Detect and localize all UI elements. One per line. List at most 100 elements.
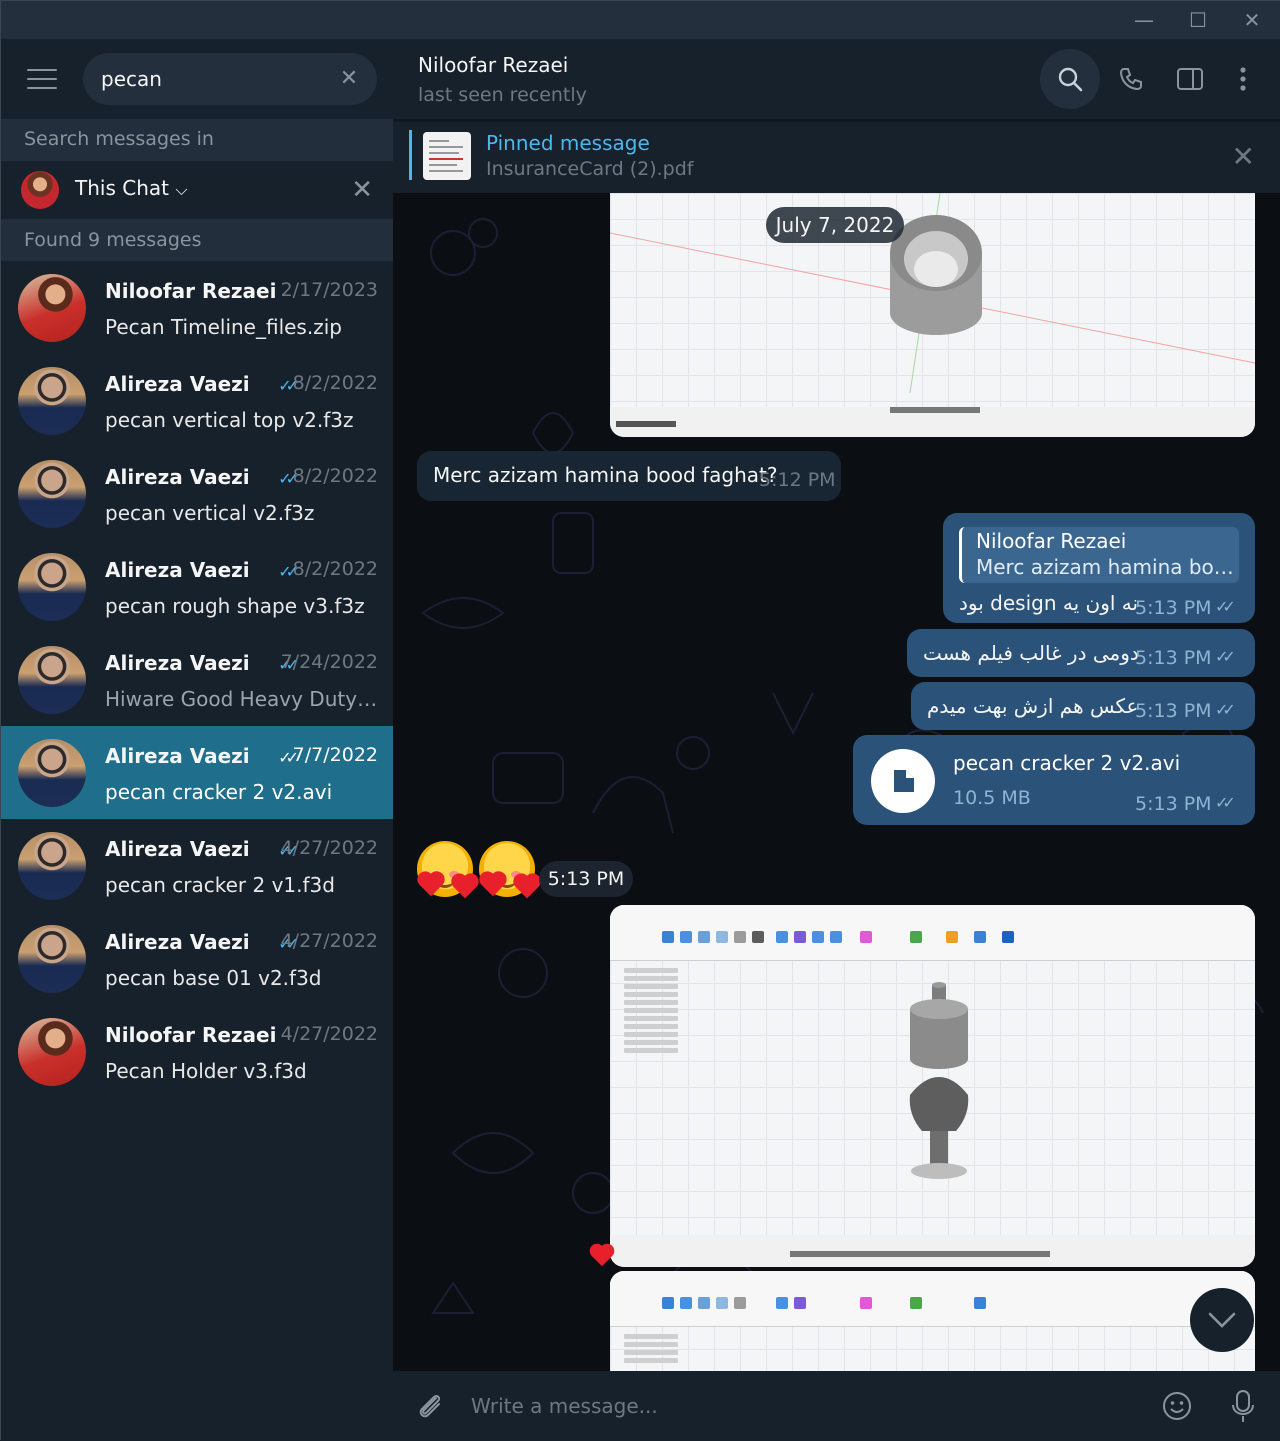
result-text: pecan vertical top v2.f3z bbox=[105, 408, 354, 432]
sidebar: ✕ Search messages in This Chat ⌵ ✕ Found… bbox=[1, 39, 393, 1441]
scroll-down-button[interactable] bbox=[1190, 1288, 1254, 1352]
date-separator: July 7, 2022 bbox=[766, 207, 904, 243]
maximize-icon: ☐ bbox=[1189, 8, 1207, 32]
scope-label: This Chat bbox=[75, 176, 169, 200]
sidebar-toggle-icon[interactable] bbox=[1160, 49, 1220, 109]
design-screenshot-3[interactable] bbox=[610, 1271, 1255, 1371]
result-text: Pecan Timeline_files.zip bbox=[105, 315, 342, 339]
avatar bbox=[18, 832, 86, 900]
pdf-thumbnail bbox=[423, 132, 471, 180]
avatar bbox=[18, 274, 86, 342]
message-file[interactable]: pecan cracker 2 v2.avi 10.5 MB 5:13 PM ✓… bbox=[853, 735, 1255, 825]
result-date: 2/17/2023 bbox=[280, 279, 378, 301]
browser-panel bbox=[614, 1331, 706, 1371]
message-time: 5:13 PM bbox=[1135, 700, 1212, 722]
avatar bbox=[18, 460, 86, 528]
search-result-item[interactable]: Alireza Vaezi ✓✓ 8/2/2022 pecan vertical to… bbox=[1, 354, 393, 447]
message-outgoing[interactable]: دومی در غالب فیلم هست 5:13 PM ✓✓ bbox=[907, 629, 1255, 677]
message-text: نه اون یه design بود bbox=[959, 591, 1139, 615]
result-sender: Alireza Vaezi bbox=[105, 651, 250, 675]
design-screenshot-2[interactable] bbox=[610, 905, 1255, 1267]
result-sender: Alireza Vaezi bbox=[105, 558, 250, 582]
search-result-item[interactable]: Alireza Vaezi ✓✓ 4/27/2022 pecan cracker 2 … bbox=[1, 819, 393, 912]
result-text: pecan vertical v2.f3z bbox=[105, 501, 315, 525]
message-time: 5:13 PM bbox=[1135, 647, 1212, 669]
scope-dropdown[interactable]: This Chat ⌵ bbox=[75, 176, 187, 200]
search-result-item[interactable]: Alireza Vaezi ✓✓ 8/2/2022 pecan vertical v2… bbox=[1, 447, 393, 540]
minimize-button[interactable]: — bbox=[1117, 1, 1171, 39]
result-text: pecan cracker 2 v2.avi bbox=[105, 780, 333, 804]
message-outgoing[interactable]: عکس هم ازش بهت میدم 5:13 PM ✓✓ bbox=[911, 682, 1255, 730]
cylinder-model bbox=[610, 193, 1255, 437]
title-bar: — ☐ ✕ bbox=[1, 1, 1280, 39]
phone-icon[interactable] bbox=[1101, 49, 1161, 109]
pecan-cracker-model bbox=[610, 982, 1255, 1267]
pinned-title: Pinned message bbox=[486, 131, 650, 155]
search-icon[interactable] bbox=[1040, 49, 1100, 109]
result-sender: Alireza Vaezi bbox=[105, 465, 250, 489]
read-ticks-icon: ✓✓ bbox=[1215, 793, 1236, 812]
result-text: Hiware Good Heavy Duty Pecan Cracker... bbox=[105, 687, 381, 711]
menu-icon[interactable] bbox=[27, 69, 57, 91]
read-ticks-icon: ✓✓ bbox=[1215, 647, 1236, 666]
avatar bbox=[18, 1018, 86, 1086]
read-ticks-icon: ✓✓ bbox=[278, 748, 299, 767]
result-text: pecan base 01 v2.f3d bbox=[105, 966, 322, 990]
search-result-item[interactable]: Niloofar Rezaei 4/27/2022 Pecan Holder v3.… bbox=[1, 1005, 393, 1098]
message-time: 5:13 PM bbox=[1135, 793, 1212, 815]
file-name: pecan cracker 2 v2.avi bbox=[953, 751, 1181, 775]
result-date: 7/7/2022 bbox=[292, 744, 378, 766]
clear-search-icon[interactable]: ✕ bbox=[337, 67, 361, 91]
pinned-message[interactable]: Pinned message InsuranceCard (2).pdf ✕ bbox=[393, 121, 1280, 193]
result-sender: Niloofar Rezaei bbox=[105, 1023, 277, 1047]
search-results: Niloofar Rezaei 2/17/2023 Pecan Timeline_f… bbox=[1, 261, 393, 1098]
message-input[interactable] bbox=[471, 1387, 1111, 1425]
pinned-bar bbox=[409, 130, 412, 180]
chat-pane: Niloofar Rezaei last seen recently Pinne… bbox=[393, 39, 1280, 1441]
result-date: 8/2/2022 bbox=[292, 372, 378, 394]
maximize-button[interactable]: ☐ bbox=[1171, 1, 1225, 39]
fusion-toolbar bbox=[610, 1271, 1255, 1327]
close-window-button[interactable]: ✕ bbox=[1225, 1, 1279, 39]
search-result-item[interactable]: Alireza Vaezi ✓✓ 7/7/2022 pecan cracker 2 v… bbox=[1, 726, 393, 819]
pinned-file: InsuranceCard (2).pdf bbox=[486, 158, 694, 180]
read-ticks-icon: ✓✓ bbox=[1215, 700, 1236, 719]
sidebar-header: ✕ bbox=[1, 39, 393, 119]
close-scope-icon[interactable]: ✕ bbox=[351, 175, 373, 205]
search-input[interactable] bbox=[101, 63, 331, 95]
search-scope[interactable]: This Chat ⌵ ✕ bbox=[1, 161, 393, 219]
result-sender: Niloofar Rezaei bbox=[105, 279, 277, 303]
message-text: Merc azizam hamina bood faghat? bbox=[433, 463, 778, 487]
file-icon[interactable] bbox=[871, 749, 935, 813]
message-list[interactable]: July 7, 2022 Merc azizam hamina bood fag… bbox=[393, 193, 1280, 1371]
avatar bbox=[18, 367, 86, 435]
result-sender: Alireza Vaezi bbox=[105, 744, 250, 768]
quote-text: Merc azizam hamina bood faghat? bbox=[976, 555, 1236, 579]
telegram-window: — ☐ ✕ ✕ Search messages in This Chat ⌵ ✕… bbox=[0, 0, 1280, 1441]
message-outgoing-reply[interactable]: Niloofar Rezaei Merc azizam hamina bood … bbox=[943, 513, 1255, 623]
chat-title[interactable]: Niloofar Rezaei bbox=[418, 53, 568, 77]
search-result-item[interactable]: Alireza Vaezi ✓✓ 7/24/2022 Hiware Good Heav… bbox=[1, 633, 393, 726]
read-ticks-icon: ✓✓ bbox=[1215, 597, 1236, 616]
message-time: 5:13 PM bbox=[539, 861, 633, 897]
read-ticks-icon: ✓✓ bbox=[278, 469, 299, 488]
message-time: 5:12 PM bbox=[759, 469, 836, 491]
more-icon[interactable] bbox=[1213, 49, 1273, 109]
result-date: 4/27/2022 bbox=[280, 930, 378, 952]
attach-icon[interactable] bbox=[407, 1383, 453, 1429]
search-in-label: Search messages in bbox=[1, 119, 393, 161]
reply-quote[interactable]: Niloofar Rezaei Merc azizam hamina bood … bbox=[959, 527, 1239, 583]
found-count: Found 9 messages bbox=[1, 219, 393, 261]
result-sender: Alireza Vaezi bbox=[105, 372, 250, 396]
message-text: دومی در غالب فیلم هست bbox=[923, 641, 1139, 665]
emoji-icon[interactable] bbox=[1154, 1383, 1200, 1429]
message-incoming[interactable]: Merc azizam hamina bood faghat? 5:12 PM bbox=[417, 451, 841, 501]
quote-author: Niloofar Rezaei bbox=[976, 529, 1127, 553]
search-result-item[interactable]: Alireza Vaezi ✓✓ 4/27/2022 pecan base 01 v2… bbox=[1, 912, 393, 1005]
minimize-icon: — bbox=[1134, 8, 1154, 32]
search-result-item[interactable]: Niloofar Rezaei 2/17/2023 Pecan Timeline_f… bbox=[1, 261, 393, 354]
microphone-icon[interactable] bbox=[1220, 1383, 1266, 1429]
design-screenshot-1[interactable] bbox=[610, 193, 1255, 437]
search-result-item[interactable]: Alireza Vaezi ✓✓ 8/2/2022 pecan rough shape… bbox=[1, 540, 393, 633]
close-pinned-icon[interactable]: ✕ bbox=[1232, 140, 1255, 173]
